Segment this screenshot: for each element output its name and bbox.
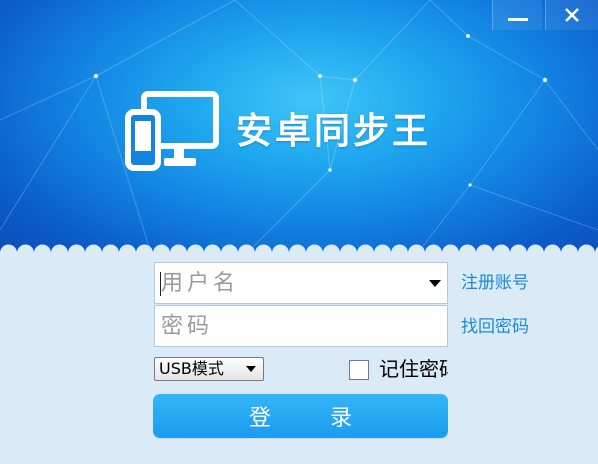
wave-edge xyxy=(0,236,598,262)
close-button[interactable] xyxy=(545,0,598,30)
password-input[interactable] xyxy=(155,306,447,346)
header-banner: 安卓同步王 xyxy=(0,0,598,262)
password-field[interactable] xyxy=(154,305,448,347)
username-input[interactable] xyxy=(155,263,447,303)
connection-mode-select[interactable]: USB模式 xyxy=(154,357,264,381)
minimize-button[interactable] xyxy=(492,0,542,30)
remember-password-label[interactable]: 记住密码 xyxy=(379,355,448,383)
chevron-down-icon xyxy=(246,366,256,372)
login-window: 安卓同步王 注册账号 找回密码 USB模式 记住密码 登 录 xyxy=(0,0,598,464)
username-combobox[interactable] xyxy=(154,262,448,304)
text-cursor xyxy=(160,272,161,296)
minimize-icon xyxy=(507,17,528,21)
connection-mode-value: USB模式 xyxy=(159,359,224,378)
remember-password-checkbox[interactable] xyxy=(349,360,369,380)
register-link[interactable]: 注册账号 xyxy=(461,268,529,293)
chevron-down-icon[interactable] xyxy=(429,280,441,287)
login-button[interactable]: 登 录 xyxy=(153,394,448,438)
find-password-link[interactable]: 找回密码 xyxy=(461,312,529,337)
device-sync-logo-icon xyxy=(125,91,219,171)
close-icon xyxy=(565,8,579,22)
app-title: 安卓同步王 xyxy=(236,111,432,152)
